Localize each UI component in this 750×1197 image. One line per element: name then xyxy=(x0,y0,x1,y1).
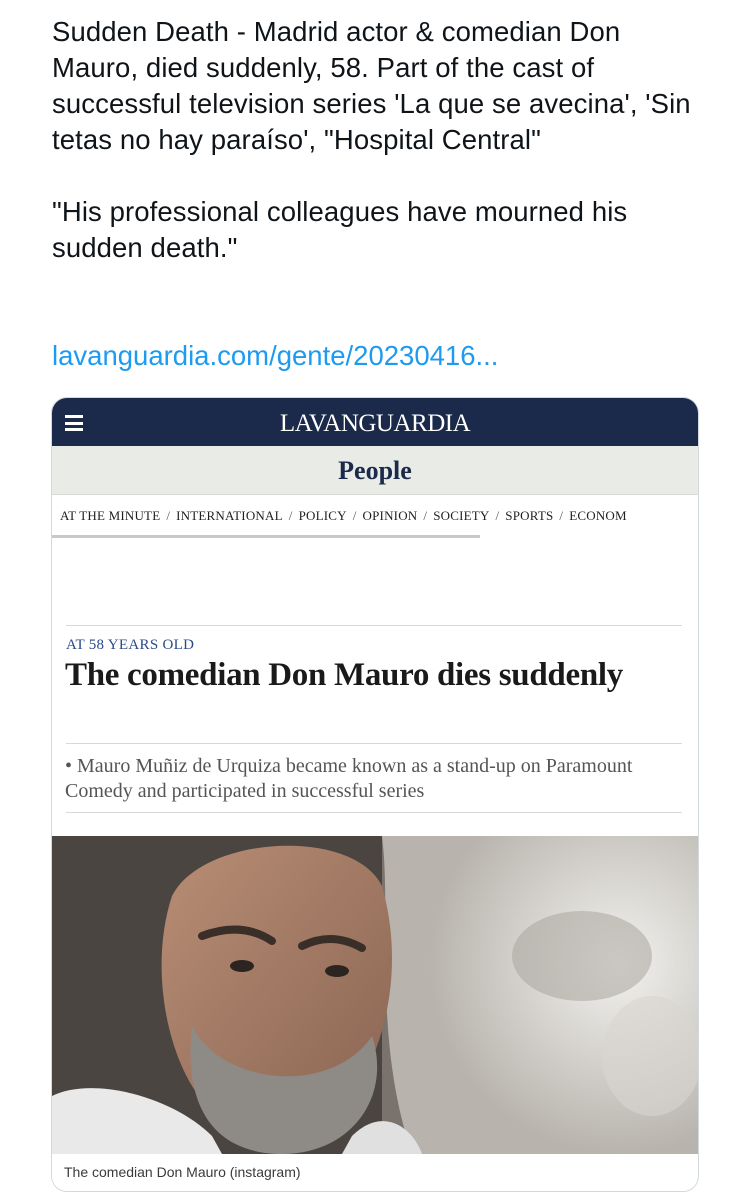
photo-caption: The comedian Don Mauro (instagram) xyxy=(64,1164,301,1180)
divider xyxy=(66,743,682,744)
nav-item[interactable]: ECONOM xyxy=(569,508,627,523)
divider xyxy=(66,625,682,626)
nav-separator: / xyxy=(495,508,500,523)
article-kicker: AT 58 YEARS OLD xyxy=(66,637,195,653)
link-preview-card[interactable]: LAVANGUARDIA People AT THE MINUTE / INTERN… xyxy=(51,397,699,1192)
article-photo xyxy=(52,836,698,1154)
divider xyxy=(66,812,682,813)
tweet-text: Sudden Death - Madrid actor & comedian D… xyxy=(52,14,712,266)
nav-separator: / xyxy=(288,508,293,523)
tweet-paragraph: "His professional colleagues have mourne… xyxy=(52,196,628,263)
article-headline: The comedian Don Mauro dies suddenly xyxy=(65,657,623,693)
nav-scroll-indicator xyxy=(52,535,480,538)
nav-item[interactable]: POLICY xyxy=(299,508,347,523)
article-screenshot: LAVANGUARDIA People AT THE MINUTE / INTERN… xyxy=(52,398,698,1191)
section-title: People xyxy=(338,456,412,485)
brand-logo: LAVANGUARDIA xyxy=(279,410,471,437)
tweet-paragraph: Sudden Death - Madrid actor & comedian D… xyxy=(52,16,691,155)
nav-item[interactable]: OPINION xyxy=(363,508,418,523)
section-bar: People xyxy=(52,446,698,495)
nav-separator: / xyxy=(352,508,357,523)
article-link[interactable]: lavanguardia.com/gente/20230416... xyxy=(52,338,498,374)
nav-item[interactable]: SOCIETY xyxy=(433,508,489,523)
nav-separator: / xyxy=(559,508,564,523)
article-summary: • Mauro Muñiz de Urquiza became known as… xyxy=(65,755,633,802)
nav-item[interactable]: SPORTS xyxy=(505,508,553,523)
section-nav: AT THE MINUTE / INTERNATIONAL / POLICY / OPINI… xyxy=(60,508,698,524)
nav-item[interactable]: AT THE MINUTE xyxy=(60,508,160,523)
nav-separator: / xyxy=(166,508,171,523)
nav-separator: / xyxy=(423,508,428,523)
brand-header: LAVANGUARDIA xyxy=(52,398,698,446)
photo-caption-bar: The comedian Don Mauro (instagram) xyxy=(52,1154,698,1191)
nav-item[interactable]: INTERNATIONAL xyxy=(176,508,283,523)
photo-illustration xyxy=(52,836,698,1154)
